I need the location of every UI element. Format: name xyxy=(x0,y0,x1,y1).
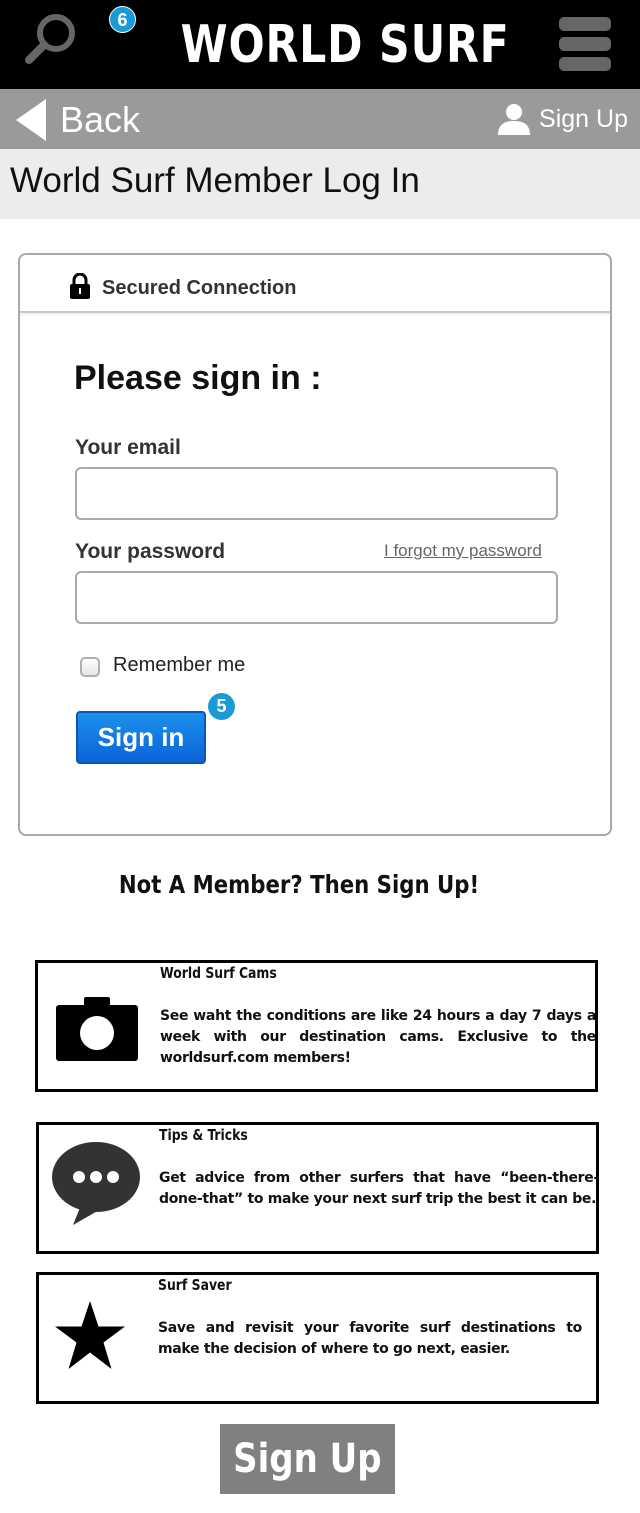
feature-description: See waht the conditions are like 24 hour… xyxy=(160,1008,596,1066)
nav-bar: Back Sign Up xyxy=(0,89,640,149)
search-icon[interactable] xyxy=(24,10,80,66)
password-label: Your password xyxy=(75,540,226,563)
back-button[interactable]: Back xyxy=(16,97,140,143)
signup-link[interactable]: Sign Up xyxy=(497,101,628,137)
feature-description: Save and revisit your favorite surf dest… xyxy=(158,1320,582,1357)
forgot-password-link[interactable]: I forgot my password xyxy=(384,541,542,561)
signin-badge: 5 xyxy=(208,693,235,720)
remember-me-checkbox[interactable] xyxy=(80,657,100,677)
feature-title: Tips & Tricks xyxy=(159,1126,248,1144)
lock-icon xyxy=(70,273,90,299)
feature-box-tips: Tips & Tricks Get advice from other surf… xyxy=(36,1122,599,1254)
feature-box-saver: Surf Saver Save and revisit your favorit… xyxy=(36,1272,599,1404)
email-field[interactable] xyxy=(75,467,558,520)
chat-bubble-icon xyxy=(52,1142,140,1225)
feature-title: World Surf Cams xyxy=(160,964,277,982)
star-icon xyxy=(55,1301,125,1369)
back-label: Back xyxy=(60,99,141,140)
brand-logo[interactable]: WORLD SURF xyxy=(181,12,509,78)
login-card: Secured Connection Please sign in : Your… xyxy=(18,253,612,836)
secured-connection-label: Secured Connection xyxy=(102,277,297,299)
menu-icon[interactable] xyxy=(559,17,611,71)
signin-heading: Please sign in : xyxy=(74,359,322,397)
user-icon xyxy=(498,104,531,135)
signup-link-label: Sign Up xyxy=(539,104,628,133)
secured-header: Secured Connection xyxy=(20,255,610,313)
feature-title: Surf Saver xyxy=(158,1276,232,1294)
notification-badge: 6 xyxy=(109,6,136,33)
title-strip: World Surf Member Log In xyxy=(0,149,640,219)
feature-box-cams: World Surf Cams See waht the conditions … xyxy=(35,960,598,1092)
remember-me-label[interactable]: Remember me xyxy=(113,654,245,677)
feature-description: Get advice from other surfers that have … xyxy=(159,1170,599,1207)
signup-button-label: Sign Up xyxy=(233,1436,382,1482)
not-member-heading: Not A Member? Then Sign Up! xyxy=(118,870,480,899)
top-bar: 6 WORLD SURF xyxy=(0,0,640,89)
signup-button[interactable]: Sign Up xyxy=(220,1424,395,1494)
camera-icon xyxy=(56,997,138,1061)
back-arrow-icon xyxy=(16,99,46,141)
email-label: Your email xyxy=(75,436,181,459)
page-title: World Surf Member Log In xyxy=(10,161,420,200)
signin-button[interactable]: Sign in xyxy=(76,711,206,764)
password-field[interactable] xyxy=(75,571,558,624)
